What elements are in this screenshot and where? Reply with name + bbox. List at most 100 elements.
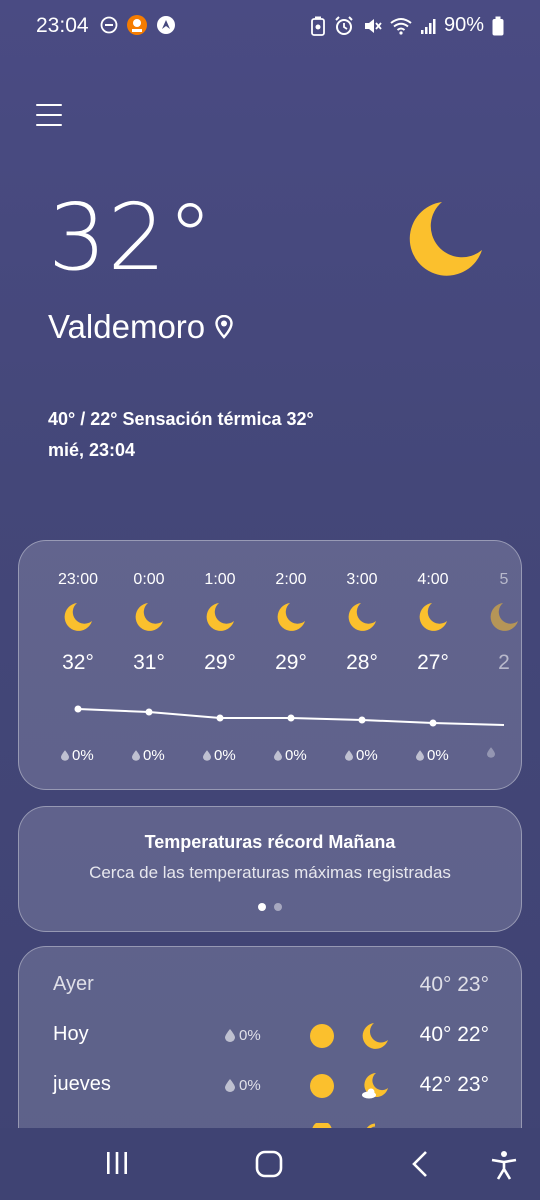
status-time: 23:04 — [36, 14, 89, 37]
moon-icon — [409, 202, 482, 276]
rain-drop-icon — [132, 750, 140, 761]
hour-time: 0:00 — [133, 571, 165, 588]
rain-drop-icon — [61, 750, 69, 761]
current-details: 40° / 22° Sensación térmica 32° mié, 23:… — [48, 404, 314, 466]
status-left-icons — [100, 14, 176, 36]
hour-rain — [487, 747, 498, 758]
hourly-item: 23:00 32° — [43, 571, 113, 675]
back-icon[interactable] — [410, 1150, 430, 1178]
app-notification-icon — [127, 15, 147, 35]
hourly-item: 52 — [469, 571, 521, 675]
mute-icon — [364, 18, 382, 33]
daily-row-today[interactable]: Hoy 0% 40° 22° — [19, 1023, 521, 1063]
rain-drop-icon — [274, 750, 282, 761]
status-bar: 23:04 90% — [0, 0, 540, 54]
hourly-item: 4:00 27° — [398, 571, 468, 675]
rain-drop-icon — [416, 750, 424, 761]
day-label: Ayer — [53, 973, 94, 995]
current-temperature: 32° — [48, 184, 215, 291]
hourly-forecast-card[interactable]: 23:00 32° 0% 0:00 31° 0% 1:00 29° 0% 2:00 29° 0% 3:0… — [18, 540, 522, 790]
hour-temp: 29° — [204, 651, 236, 674]
daily-row-thursday[interactable]: jueves 0% 42° 23° — [19, 1073, 521, 1113]
hour-rain: 0% — [345, 747, 378, 764]
day-label: jueves — [53, 1073, 111, 1095]
moon-icon — [277, 603, 305, 631]
location-pin-icon — [215, 315, 233, 339]
daily-row-yesterday: Ayer 40° 23° — [19, 973, 521, 1013]
day-temps: 40° 22° — [419, 1023, 489, 1046]
hour-time: 23:00 — [57, 571, 99, 588]
hour-rain: 0% — [416, 747, 449, 764]
rain-drop-icon — [345, 750, 353, 761]
moon-icon — [135, 603, 163, 631]
day-rain: 0% — [225, 1077, 261, 1094]
hour-time: 1:00 — [204, 571, 236, 588]
hour-time: 3:00 — [346, 571, 378, 588]
current-datetime: mié, 23:04 — [48, 440, 136, 460]
hour-temp-point — [287, 714, 295, 722]
hour-rain-value: 0% — [285, 747, 307, 764]
recent-apps-icon[interactable] — [104, 1150, 130, 1176]
rain-drop-icon — [487, 747, 495, 758]
location[interactable]: Valdemoro — [48, 308, 233, 346]
rain-drop-icon — [225, 1029, 235, 1042]
moon-icon — [206, 603, 234, 631]
partly-cloudy-night-icon — [362, 1073, 388, 1099]
sun-icon — [310, 1074, 334, 1098]
accessibility-icon[interactable] — [490, 1150, 518, 1180]
status-right: 90% — [310, 14, 504, 37]
hour-temp-point — [358, 716, 366, 724]
navigation-bar — [0, 1128, 540, 1200]
home-icon[interactable] — [255, 1150, 283, 1178]
hour-temp: 31° — [133, 651, 165, 674]
hour-rain-value: 0% — [356, 747, 378, 764]
battery-percent: 90% — [443, 14, 484, 36]
navigation-icon — [157, 16, 175, 34]
day-rain: 0% — [225, 1027, 261, 1044]
day-temps: 42° 23° — [419, 1073, 489, 1096]
moon-icon — [419, 603, 447, 631]
hour-temp: 28° — [346, 651, 378, 674]
hour-time: 5 — [499, 571, 509, 588]
signal-icon — [420, 18, 436, 34]
hour-temp: 2 — [498, 651, 510, 674]
moon-icon — [490, 603, 518, 631]
moon-icon — [348, 603, 376, 631]
hour-temp: 29° — [275, 651, 307, 674]
hour-rain-value: 0% — [143, 747, 165, 764]
hourly-item: 2:00 29° — [256, 571, 326, 675]
hour-temp-point — [145, 708, 153, 716]
hour-rain: 0% — [203, 747, 236, 764]
hour-time: 4:00 — [417, 571, 449, 588]
moon-icon — [362, 1023, 388, 1049]
hour-temp-point — [429, 719, 437, 727]
hour-temp: 32° — [62, 651, 94, 674]
hour-rain: 0% — [274, 747, 307, 764]
hourly-item: 0:00 31° — [114, 571, 184, 675]
battery-saver-icon — [311, 16, 325, 36]
day-label: Hoy — [53, 1023, 89, 1045]
location-name: Valdemoro — [48, 308, 206, 345]
hour-temp-point — [216, 714, 224, 722]
hour-rain-value: 0% — [72, 747, 94, 764]
hour-rain-value: 0% — [427, 747, 449, 764]
record-title: Temperaturas récord Mañana — [144, 832, 396, 852]
day-temps: 40° 23° — [419, 973, 489, 996]
hour-temp: 27° — [417, 651, 449, 674]
wifi-icon — [390, 17, 412, 35]
rain-drop-icon — [203, 750, 211, 761]
hour-rain: 0% — [61, 747, 94, 764]
day-rain-value: 0% — [239, 1027, 261, 1044]
do-not-disturb-icon — [100, 16, 118, 34]
alarm-icon — [335, 15, 353, 35]
menu-icon[interactable] — [36, 104, 62, 130]
pager-dots — [19, 903, 521, 911]
hour-temp-point — [74, 705, 82, 713]
hourly-item: 3:00 28° — [327, 571, 397, 675]
record-temperatures-card[interactable]: Temperaturas récord Mañana Cerca de las … — [18, 806, 522, 932]
hourly-item: 1:00 29° — [185, 571, 255, 675]
record-subtitle: Cerca de las temperaturas máximas regist… — [89, 863, 451, 882]
temp-summary: 40° / 22° Sensación térmica 32° — [48, 409, 314, 429]
hour-rain-value: 0% — [214, 747, 236, 764]
rain-drop-icon — [225, 1079, 235, 1092]
